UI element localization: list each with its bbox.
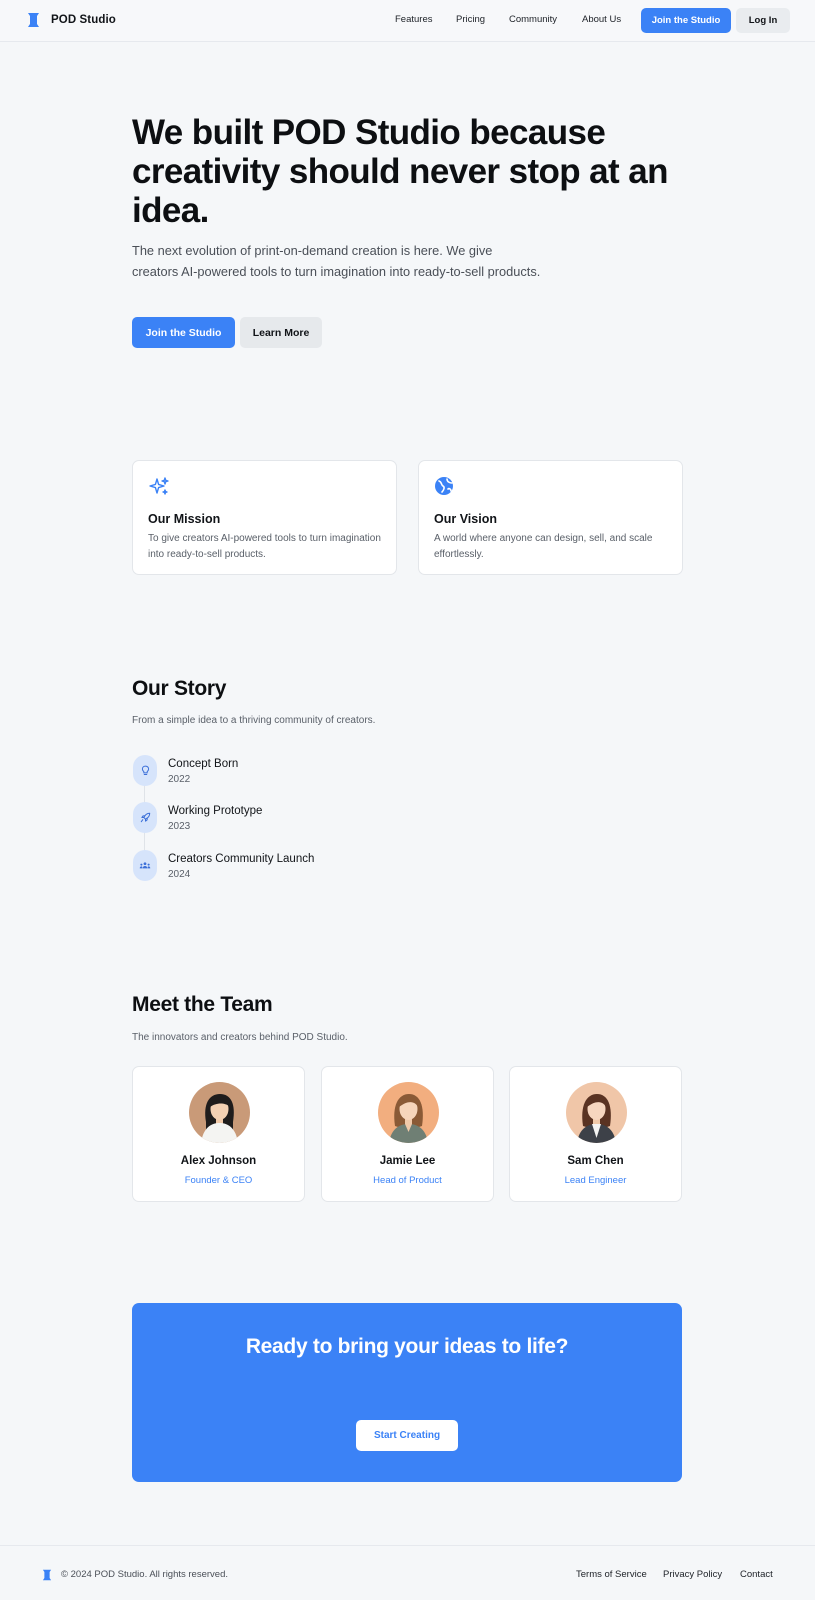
hero-subtitle: The next evolution of print-on-demand cr…	[132, 243, 541, 279]
timeline-year: 2024	[168, 869, 191, 880]
timeline-year: 2022	[168, 774, 191, 785]
team-member-name: Sam Chen	[567, 1155, 624, 1167]
logo-icon	[42, 1569, 52, 1581]
avatar	[566, 1082, 627, 1143]
hero-title: We built POD Studio because creativity s…	[132, 113, 668, 230]
nav-links: Features Pricing Community About Us	[395, 14, 642, 25]
team-member-role: Lead Engineer	[564, 1175, 627, 1186]
cta-banner: Ready to bring your ideas to life? Start…	[132, 1303, 682, 1482]
lightbulb-icon	[141, 765, 149, 775]
hero-join-button[interactable]: Join the Studio	[132, 317, 235, 348]
timeline-item: Creators Community Launch 2024	[133, 850, 433, 884]
logo-icon	[28, 13, 39, 27]
cta-title: Ready to bring your ideas to life?	[245, 1335, 569, 1358]
nav-login-button[interactable]: Log In	[736, 8, 790, 33]
footer-link-contact[interactable]: Contact	[740, 1569, 773, 1580]
team-member-role: Founder & CEO	[184, 1175, 253, 1186]
team-member-name: Jamie Lee	[379, 1155, 436, 1167]
timeline-dot	[133, 755, 157, 786]
timeline-title: Concept Born	[168, 758, 239, 770]
nav-link-about[interactable]: About Us	[582, 14, 642, 25]
rocket-icon	[140, 812, 150, 823]
team-title: Meet the Team	[132, 993, 273, 1016]
mission-title: Our Mission	[148, 512, 221, 526]
start-creating-button[interactable]: Start Creating	[356, 1420, 458, 1451]
nav-link-pricing[interactable]: Pricing	[456, 14, 509, 25]
team-card: Alex Johnson Founder & CEO	[132, 1066, 305, 1202]
top-nav: POD Studio Features Pricing Community Ab…	[0, 0, 815, 42]
team-member-role: Head of Product	[373, 1175, 442, 1186]
team-member-name: Alex Johnson	[180, 1155, 257, 1167]
avatar	[378, 1082, 439, 1143]
hero-learn-more-button[interactable]: Learn More	[240, 317, 322, 348]
vision-title: Our Vision	[434, 512, 497, 526]
nav-join-button[interactable]: Join the Studio	[641, 8, 731, 33]
timeline-item: Working Prototype 2023	[133, 802, 433, 836]
avatar	[189, 1082, 250, 1143]
story-subtitle: From a simple idea to a thriving communi…	[132, 715, 376, 726]
footer-link-terms[interactable]: Terms of Service	[576, 1569, 663, 1580]
vision-text: A world where anyone can design, sell, a…	[434, 533, 653, 560]
timeline-dot	[133, 850, 157, 881]
sparkles-icon	[149, 477, 169, 495]
timeline-item: Concept Born 2022	[133, 755, 433, 789]
footer: © 2024 POD Studio. All rights reserved. …	[0, 1545, 815, 1600]
globe-icon	[435, 477, 453, 495]
team-card: Sam Chen Lead Engineer	[509, 1066, 682, 1202]
footer-links: Terms of Service Privacy Policy Contact	[576, 1569, 773, 1580]
timeline-dot	[133, 802, 157, 833]
nav-link-community[interactable]: Community	[509, 14, 582, 25]
footer-copyright: © 2024 POD Studio. All rights reserved.	[61, 1569, 228, 1580]
nav-link-features[interactable]: Features	[395, 14, 456, 25]
team-subtitle: The innovators and creators behind POD S…	[132, 1032, 348, 1043]
brand[interactable]: POD Studio	[27, 12, 116, 28]
brand-name: POD Studio	[51, 14, 116, 26]
team-card: Jamie Lee Head of Product	[321, 1066, 494, 1202]
timeline-year: 2023	[168, 821, 191, 832]
users-icon	[139, 862, 151, 869]
vision-card: Our Vision A world where anyone can desi…	[418, 460, 683, 575]
footer-link-privacy[interactable]: Privacy Policy	[663, 1569, 740, 1580]
timeline-title: Working Prototype	[168, 805, 263, 817]
story-title: Our Story	[132, 677, 227, 700]
mission-card: Our Mission To give creators AI-powered …	[132, 460, 397, 575]
timeline-title: Creators Community Launch	[168, 853, 315, 865]
mission-text: To give creators AI-powered tools to tur…	[148, 533, 381, 560]
